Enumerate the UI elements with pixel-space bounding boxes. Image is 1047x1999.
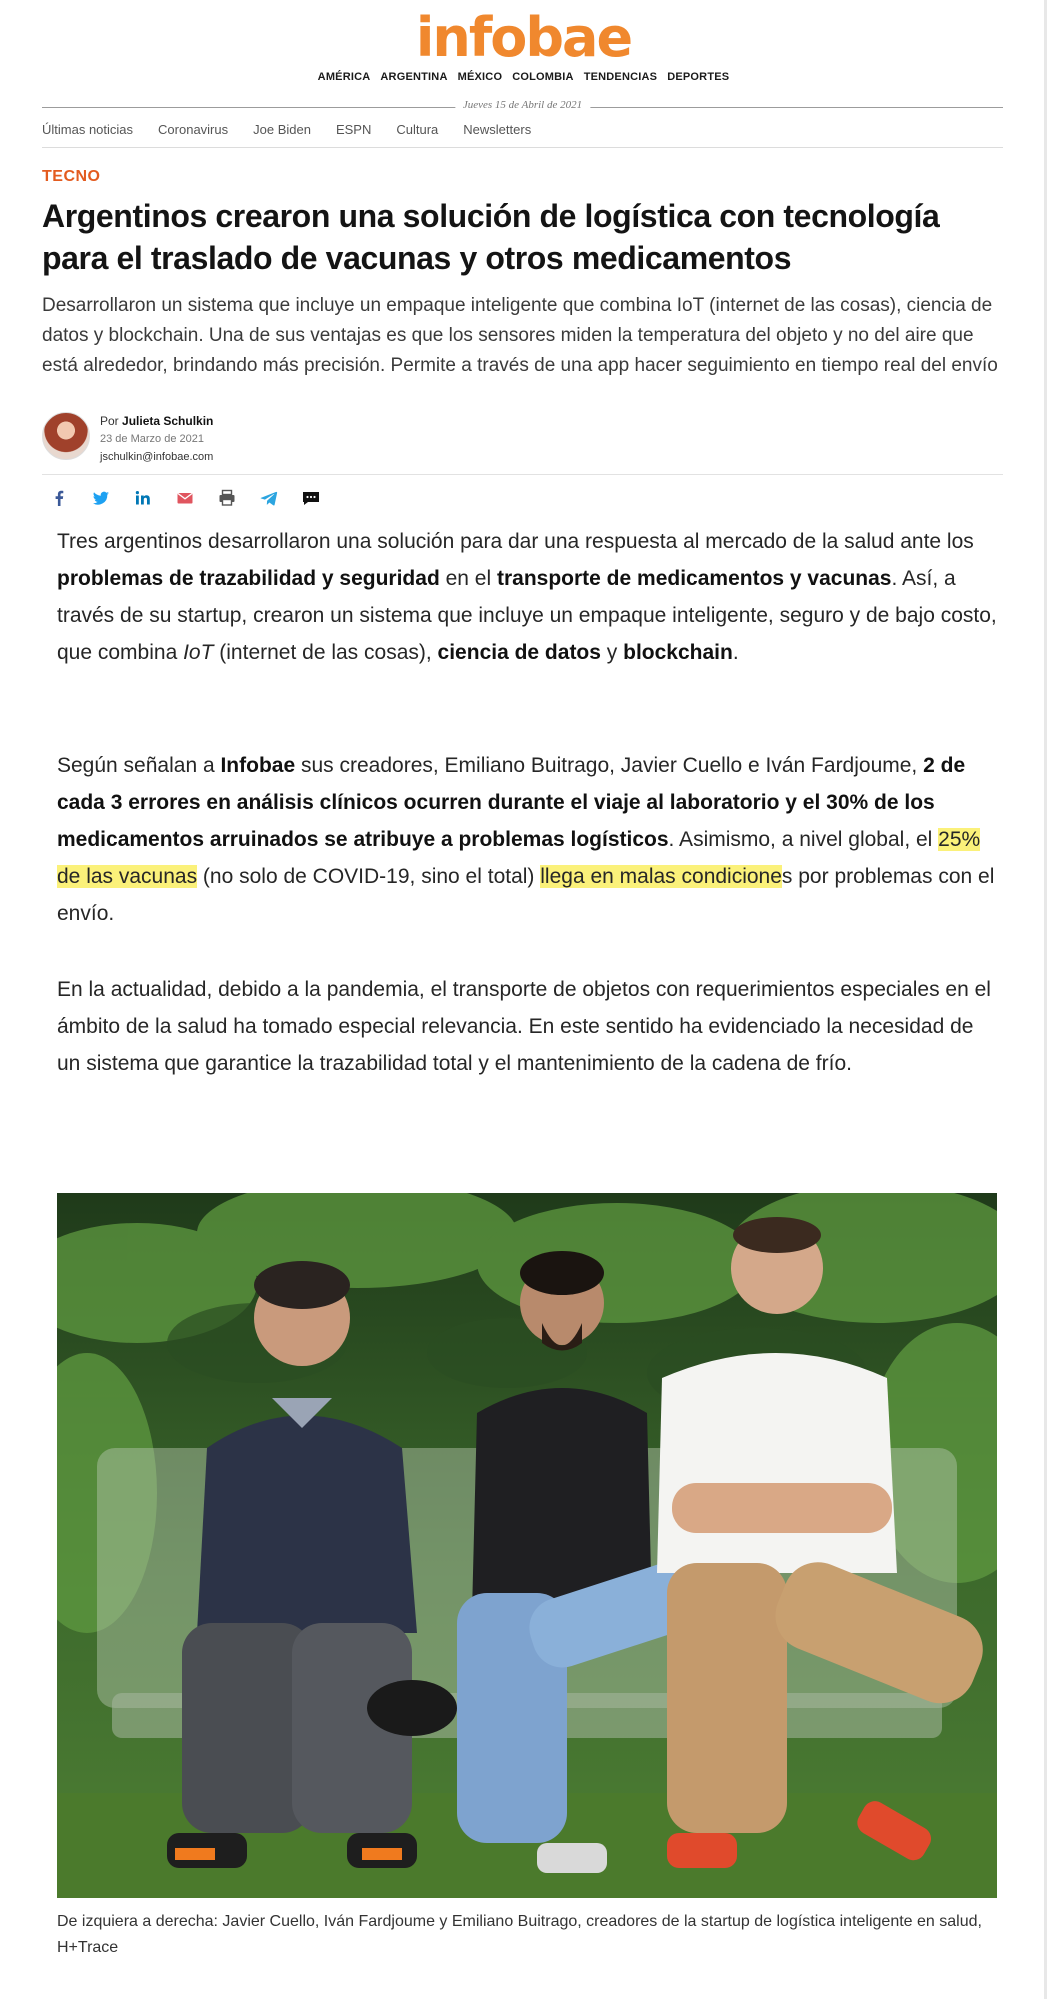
article-paragraph-1: Tres argentinos desarrollaron una soluci… bbox=[57, 523, 1002, 671]
section-label[interactable]: TECNO bbox=[42, 168, 101, 186]
edition-link-tendencias[interactable]: TENDENCIAS bbox=[584, 71, 658, 83]
current-date: Jueves 15 de Abril de 2021 bbox=[454, 99, 591, 111]
edition-link-deportes[interactable]: DEPORTES bbox=[667, 71, 729, 83]
share-bar bbox=[48, 487, 322, 509]
article-headline: Argentinos crearon una solución de logís… bbox=[42, 198, 940, 276]
comments-icon[interactable] bbox=[300, 487, 322, 509]
article-paragraph-3: En la actualidad, debido a la pandemia, … bbox=[57, 978, 991, 1075]
share-divider bbox=[42, 474, 1003, 475]
author-name[interactable]: Julieta Schulkin bbox=[122, 414, 213, 428]
linkedin-icon[interactable] bbox=[132, 487, 154, 509]
byline: Por Julieta Schulkin bbox=[100, 412, 400, 430]
facebook-icon[interactable] bbox=[48, 487, 70, 509]
bold-run: transporte de medicamentos y vacunas bbox=[497, 567, 892, 590]
italic-run: IoT bbox=[183, 641, 214, 664]
text-run: y bbox=[600, 641, 624, 664]
text-run: (no solo de COVID-19, sino el total) bbox=[197, 865, 541, 888]
article-deck: Desarrollaron un sistema que incluye un … bbox=[42, 295, 998, 376]
text-run: en el bbox=[439, 567, 497, 590]
nav-link-coronavirus[interactable]: Coronavirus bbox=[158, 120, 228, 147]
editions-nav: AMÉRICA ARGENTINA MÉXICO COLOMBIA TENDEN… bbox=[0, 71, 1047, 83]
author-info: Por Julieta Schulkin 23 de Marzo de 2021… bbox=[100, 412, 400, 466]
twitter-icon[interactable] bbox=[90, 487, 112, 509]
bold-run: ciencia de datos bbox=[437, 641, 601, 664]
bold-run: problemas de trazabilidad y seguridad bbox=[57, 567, 440, 590]
text-run: . Asimismo, a nivel global, el bbox=[668, 828, 939, 851]
article-photo[interactable] bbox=[57, 1193, 997, 1898]
text-run: Según señalan a bbox=[57, 754, 221, 777]
edition-link-argentina[interactable]: ARGENTINA bbox=[380, 71, 447, 83]
highlighted-text: llega en malas condicione bbox=[540, 865, 782, 888]
email-icon[interactable] bbox=[174, 487, 196, 509]
edition-link-colombia[interactable]: COLOMBIA bbox=[512, 71, 573, 83]
byline-prefix: Por bbox=[100, 414, 119, 428]
photo-caption: De izquiera a derecha: Javier Cuello, Iv… bbox=[57, 1913, 982, 1956]
author-email[interactable]: jschulkin@infobae.com bbox=[100, 448, 400, 466]
nav-link-cultura[interactable]: Cultura bbox=[396, 120, 438, 147]
bold-run: Infobae bbox=[220, 754, 296, 777]
infobae-logo[interactable]: infobae bbox=[0, 6, 1047, 69]
top-navigation: Últimas noticias Coronavirus Joe Biden E… bbox=[42, 120, 1003, 148]
edition-link-america[interactable]: AMÉRICA bbox=[318, 71, 371, 83]
text-run: Tres argentinos desarrollaron una soluci… bbox=[57, 530, 974, 553]
article-paragraph-2: Según señalan a Infobae sus creadores, E… bbox=[57, 747, 1002, 932]
print-icon[interactable] bbox=[216, 487, 238, 509]
date-divider: Jueves 15 de Abril de 2021 bbox=[42, 99, 1003, 115]
nav-link-ultimas-noticias[interactable]: Últimas noticias bbox=[42, 120, 133, 147]
publish-date: 23 de Marzo de 2021 bbox=[100, 433, 204, 445]
nav-link-espn[interactable]: ESPN bbox=[336, 120, 371, 147]
edition-link-mexico[interactable]: MÉXICO bbox=[458, 71, 503, 83]
text-run: sus creadores, Emiliano Buitrago, Javier… bbox=[295, 754, 924, 777]
nav-link-joe-biden[interactable]: Joe Biden bbox=[253, 120, 311, 147]
nav-link-newsletters[interactable]: Newsletters bbox=[463, 120, 531, 147]
photo-illustration bbox=[57, 1193, 997, 1898]
author-avatar[interactable] bbox=[42, 412, 90, 460]
bold-run: blockchain bbox=[623, 641, 733, 664]
text-run: (internet de las cosas), bbox=[213, 641, 438, 664]
telegram-icon[interactable] bbox=[258, 487, 280, 509]
text-run: . bbox=[732, 641, 739, 664]
